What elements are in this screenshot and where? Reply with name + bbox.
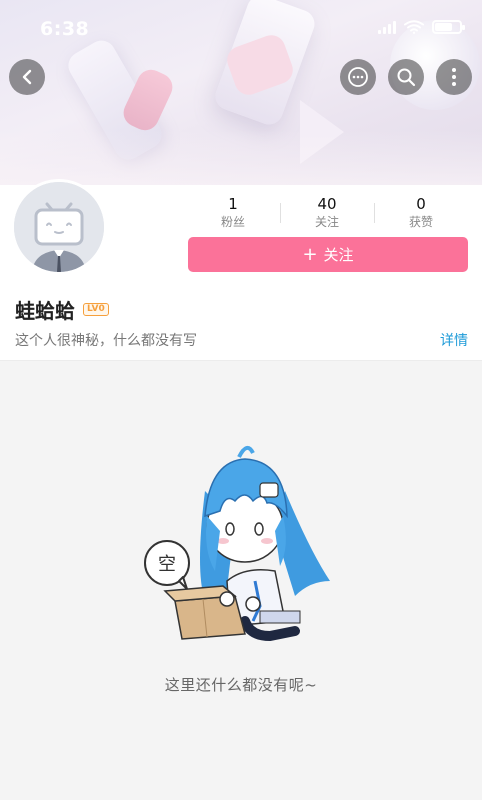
empty-mascot-illustration: 空 [144, 445, 330, 642]
stat-value: 1 [228, 195, 238, 213]
username: 蛙蛤蛤 [15, 299, 75, 323]
stat-value: 40 [317, 195, 337, 213]
signal-icon [378, 20, 396, 34]
stat-label: 粉丝 [220, 215, 245, 229]
banner-fade [0, 130, 482, 185]
search-button[interactable] [388, 59, 424, 95]
wifi-icon [404, 20, 424, 34]
detail-link[interactable]: 详情 [440, 330, 468, 350]
more-vertical-icon [452, 68, 456, 86]
empty-box [163, 585, 246, 640]
status-time: 6:38 [40, 18, 90, 40]
battery-fill [435, 23, 452, 31]
default-avatar-icon [14, 182, 104, 272]
profile-stats: 1 粉丝 40 关注 0 获赞 [186, 195, 468, 230]
bubble-text: 空 [158, 554, 176, 575]
stat-following[interactable]: 40 关注 [280, 195, 374, 230]
empty-state: 空 这里还什么都没有呢~ [0, 361, 482, 800]
name-row: 蛙蛤蛤 LV0 [15, 295, 109, 324]
status-icons [378, 20, 465, 34]
stat-label: 关注 [314, 215, 339, 229]
avatar[interactable] [11, 179, 107, 275]
level-badge: LV0 [83, 303, 109, 316]
stat-likes[interactable]: 0 获赞 [374, 195, 468, 230]
bio-text: 这个人很神秘，什么都没有写 [15, 333, 197, 349]
back-button[interactable] [9, 59, 45, 95]
follow-button-label: 关注 [323, 246, 354, 264]
status-bar: 6:38 [0, 0, 482, 52]
message-button[interactable] [340, 59, 376, 95]
more-button[interactable] [436, 59, 472, 95]
battery-icon [432, 20, 465, 34]
chat-bubble-icon [348, 67, 368, 87]
profile-card: 1 粉丝 40 关注 0 获赞 + 关注 蛙蛤蛤 LV0 这个人很神秘，什么都没… [0, 179, 482, 361]
search-icon [397, 68, 416, 87]
chevron-left-icon [22, 69, 32, 85]
stat-followers[interactable]: 1 粉丝 [186, 195, 280, 230]
follow-button[interactable]: + 关注 [188, 237, 468, 272]
empty-message: 这里还什么都没有呢~ [164, 676, 318, 694]
stat-label: 获赞 [408, 215, 433, 229]
stat-value: 0 [416, 195, 426, 213]
plus-icon: + [302, 243, 318, 265]
empty-speech-bubble: 空 [144, 540, 190, 590]
